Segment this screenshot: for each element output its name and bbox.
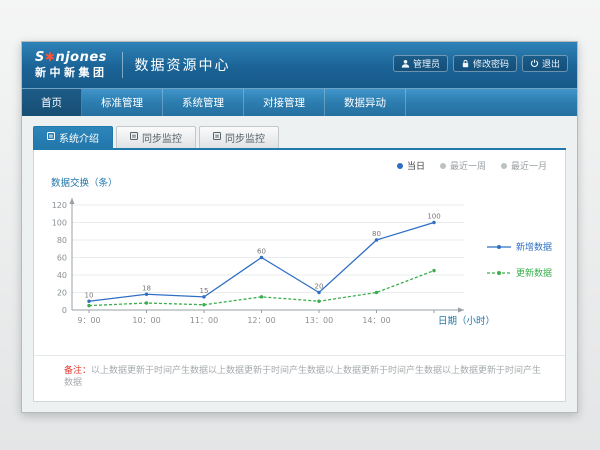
series-name: 更新数据 (516, 266, 552, 279)
dashed-line-sample-icon (487, 269, 511, 277)
svg-text:10: 10 (85, 291, 94, 299)
header: S✱njones 新中新集团 数据资源中心 管理员 修改密码 退出 (22, 42, 577, 88)
svg-text:40: 40 (57, 271, 67, 280)
svg-text:18: 18 (142, 284, 151, 292)
company-logo: S✱njones 新中新集团 (35, 51, 108, 80)
svg-text:60: 60 (257, 248, 266, 256)
svg-text:100: 100 (427, 213, 440, 221)
footnote-text: 以上数据更新于时间产生数据以上数据更新于时间产生数据以上数据更新于时间产生数据以… (64, 366, 541, 389)
logout-button[interactable]: 退出 (522, 55, 568, 72)
tab-grid-icon (213, 132, 221, 143)
range-option-label: 最近一月 (511, 159, 547, 172)
svg-text:80: 80 (372, 230, 381, 238)
range-option-label: 当日 (407, 159, 425, 172)
svg-text:60: 60 (57, 254, 67, 263)
svg-text:11：00: 11：00 (190, 316, 218, 325)
svg-text:9：00: 9：00 (77, 316, 100, 325)
lock-icon (461, 59, 470, 68)
solid-line-sample-icon (487, 243, 511, 251)
logout-label: 退出 (542, 57, 560, 70)
svg-text:14：00: 14：00 (362, 316, 390, 325)
tab-system-intro[interactable]: 系统介绍 (33, 126, 113, 148)
user-actions: 管理员 修改密码 退出 (393, 55, 568, 72)
range-option-label: 最近一周 (450, 159, 486, 172)
svg-text:13：00: 13：00 (305, 316, 333, 325)
series-legend: 新增数据 更新数据 (487, 240, 552, 279)
tab-label: 同步监控 (142, 130, 182, 145)
legend-item-updated-data[interactable]: 更新数据 (487, 266, 552, 279)
tab-label: 系统介绍 (59, 130, 99, 145)
svg-text:20: 20 (57, 289, 67, 298)
logo-wordmark: S✱njones (35, 51, 108, 66)
range-option-last-week[interactable]: 最近一周 (440, 159, 486, 172)
app-window: S✱njones 新中新集团 数据资源中心 管理员 修改密码 退出 首页 标准管… (21, 41, 578, 413)
user-icon (401, 59, 410, 68)
change-password-label: 修改密码 (473, 57, 509, 70)
tab-label: 同步监控 (225, 130, 265, 145)
page-title: 数据资源中心 (135, 55, 231, 75)
svg-text:0: 0 (62, 306, 67, 315)
svg-text:15: 15 (200, 287, 209, 295)
header-divider (122, 52, 123, 78)
x-axis-title: 日期（小时） (438, 313, 495, 327)
series-name: 新增数据 (516, 240, 552, 253)
change-password-button[interactable]: 修改密码 (453, 55, 517, 72)
legend-item-new-data[interactable]: 新增数据 (487, 240, 552, 253)
tab-grid-icon (130, 132, 138, 143)
nav-item-integration-mgmt[interactable]: 对接管理 (244, 89, 325, 116)
legend-dot-icon (397, 163, 403, 169)
svg-text:12：00: 12：00 (247, 316, 275, 325)
svg-text:120: 120 (52, 201, 67, 210)
svg-text:20: 20 (315, 283, 324, 291)
main-nav: 首页 标准管理 系统管理 对接管理 数据异动 (22, 88, 577, 116)
footnote-prefix: 备注： (64, 366, 91, 376)
range-option-today[interactable]: 当日 (397, 159, 425, 172)
footnote: 备注：以上数据更新于时间产生数据以上数据更新于时间产生数据以上数据更新于时间产生… (34, 355, 565, 401)
svg-text:10：00: 10：00 (132, 316, 160, 325)
svg-text:100: 100 (52, 219, 67, 228)
admin-user-button[interactable]: 管理员 (393, 55, 448, 72)
svg-text:80: 80 (57, 236, 67, 245)
y-axis-title: 数据交换（条） (51, 175, 118, 189)
nav-item-home[interactable]: 首页 (22, 89, 82, 116)
logo-company-name: 新中新集团 (35, 67, 108, 80)
tab-sync-monitor-1[interactable]: 同步监控 (116, 126, 196, 148)
nav-item-data-change[interactable]: 数据异动 (325, 89, 406, 116)
content-area: 系统介绍 同步监控 同步监控 当日 最近一周 (22, 116, 577, 412)
tab-bar: 系统介绍 同步监控 同步监控 (33, 126, 566, 150)
nav-item-standard-mgmt[interactable]: 标准管理 (82, 89, 163, 116)
admin-user-label: 管理员 (413, 57, 440, 70)
range-option-last-month[interactable]: 最近一月 (501, 159, 547, 172)
power-icon (530, 59, 539, 68)
legend-dot-icon (440, 163, 446, 169)
nav-item-system-mgmt[interactable]: 系统管理 (163, 89, 244, 116)
line-chart: 0 20 40 60 80 100 120 9：00 10：00 11：00 12：00 13：00 1… (44, 192, 482, 332)
range-legend: 当日 最近一周 最近一月 (397, 159, 547, 172)
tab-sync-monitor-2[interactable]: 同步监控 (199, 126, 279, 148)
chart-panel: 当日 最近一周 最近一月 数据交换（条） 0 20 40 60 80 100 120 9：00… (33, 150, 566, 402)
logo-star-icon: ✱ (45, 50, 56, 64)
legend-dot-icon (501, 163, 507, 169)
tab-grid-icon (47, 132, 55, 143)
